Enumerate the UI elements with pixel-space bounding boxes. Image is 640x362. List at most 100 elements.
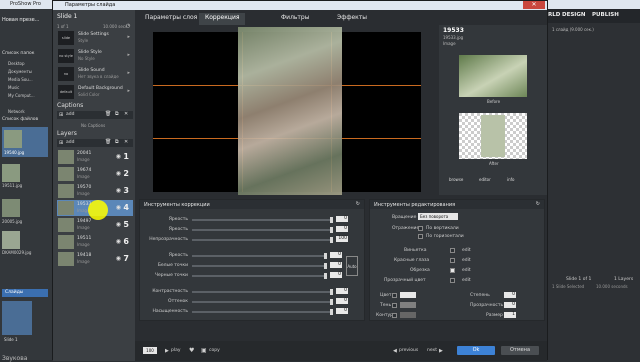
tab-correction[interactable]: Коррекция <box>199 13 246 25</box>
size-value[interactable]: 1 <box>504 312 516 318</box>
horizontal-checkbox[interactable] <box>418 234 423 239</box>
eye-icon[interactable]: ◉ <box>116 204 121 211</box>
editor-button[interactable]: editor <box>479 177 491 182</box>
layer-row[interactable]: 19418 Image ◉ 7 <box>57 251 133 267</box>
slider-track[interactable] <box>192 275 326 277</box>
eye-icon[interactable]: ◉ <box>116 221 121 228</box>
info-button[interactable]: info <box>507 177 515 182</box>
slider-value[interactable]: 0 <box>336 298 348 304</box>
tab-effects[interactable]: Эффекты <box>331 13 373 25</box>
tab-layer-settings[interactable]: Параметры слоя <box>139 13 203 25</box>
nav-publish[interactable]: PUBLISH <box>592 12 619 18</box>
crop-edit[interactable]: edit <box>462 268 471 273</box>
slider-knob[interactable] <box>330 227 333 233</box>
previous-button[interactable]: previous <box>399 348 418 353</box>
file-thumbnail[interactable] <box>2 231 20 249</box>
slider-track[interactable] <box>192 291 332 293</box>
slider-value[interactable]: 0 <box>336 216 348 222</box>
slide-settings-row[interactable]: slide settings Slide Settings Style ▸ <box>57 30 133 54</box>
slider-knob[interactable] <box>324 263 327 269</box>
slider-value[interactable]: 100 <box>336 236 348 242</box>
tree-item[interactable]: Документы <box>8 69 32 74</box>
slider-track[interactable] <box>192 265 326 267</box>
slider-knob[interactable] <box>330 309 333 315</box>
tools-icon[interactable]: ✕ <box>124 139 128 145</box>
tree-item[interactable]: Network <box>8 109 25 114</box>
layer-image[interactable] <box>238 27 342 195</box>
slider-knob[interactable] <box>324 273 327 279</box>
opacity-value[interactable]: 0 <box>504 302 516 308</box>
slider-value[interactable]: 0 <box>336 226 348 232</box>
auto-levels-button[interactable]: Auto <box>346 256 358 276</box>
file-thumbnail[interactable] <box>2 199 20 217</box>
slider-knob[interactable] <box>330 237 333 243</box>
add-caption-button[interactable]: add <box>66 112 74 117</box>
tools-icon[interactable]: ✕ <box>124 111 128 117</box>
cancel-button[interactable]: Отмена <box>501 346 539 355</box>
eye-icon[interactable]: ◉ <box>116 238 121 245</box>
tree-item[interactable]: My Comput... <box>8 93 35 98</box>
slider-value[interactable]: 0 <box>330 272 342 278</box>
slider-knob[interactable] <box>324 253 327 259</box>
trash-icon[interactable]: 🗑 <box>105 139 111 145</box>
next-icon[interactable]: ▶ <box>439 348 443 354</box>
eye-icon[interactable]: ◉ <box>116 255 121 262</box>
slider-track[interactable] <box>192 255 326 257</box>
slides-tab[interactable]: Слайды <box>2 289 48 297</box>
add-layer-button[interactable]: add <box>66 140 74 145</box>
crop-checkbox[interactable] <box>450 268 455 273</box>
slider-track[interactable] <box>192 239 332 241</box>
red-eye-edit[interactable]: edit <box>462 258 471 263</box>
copy-icon[interactable]: ⧉ <box>115 139 119 145</box>
color-swatch[interactable] <box>400 292 416 298</box>
heart-icon[interactable]: ♥ <box>189 347 194 354</box>
layer-row[interactable]: 19511 Image ◉ 6 <box>57 234 133 250</box>
eye-icon[interactable]: ◉ <box>116 187 121 194</box>
add-icon[interactable]: ⊞ <box>59 112 63 118</box>
add-icon[interactable]: ⊞ <box>59 140 63 146</box>
slider-value[interactable]: 0 <box>336 288 348 294</box>
reset-icon[interactable]: ↻ <box>356 201 360 207</box>
copy-button[interactable]: copy <box>209 348 220 353</box>
tree-item[interactable]: Desktop <box>8 61 25 66</box>
trash-icon[interactable]: 🗑 <box>105 111 111 117</box>
nav-build[interactable]: RLD <box>548 12 560 18</box>
slider-track[interactable] <box>192 219 332 221</box>
browse-button[interactable]: browse <box>449 177 463 182</box>
shadow-swatch[interactable] <box>400 302 416 308</box>
transparent-color-edit[interactable]: edit <box>462 278 471 283</box>
zoom-field[interactable]: 100 <box>143 347 157 354</box>
tree-item[interactable]: Music <box>8 85 19 90</box>
previous-icon[interactable]: ◀ <box>393 348 397 354</box>
layer-row[interactable]: 19570 Image ◉ 3 <box>57 183 133 199</box>
tree-item[interactable]: Media Sou... <box>8 77 33 82</box>
vignette-checkbox[interactable] <box>450 248 455 253</box>
copy-icon[interactable]: ▣ <box>201 347 207 354</box>
eye-icon[interactable]: ◉ <box>116 153 121 160</box>
slider-knob[interactable] <box>330 299 333 305</box>
slider-track[interactable] <box>192 311 332 313</box>
vignette-edit[interactable]: edit <box>462 248 471 253</box>
play-icon[interactable]: ▶ <box>165 348 169 354</box>
slider-track[interactable] <box>192 301 332 303</box>
transparent-color-checkbox[interactable] <box>450 278 455 283</box>
file-thumbnail[interactable] <box>2 164 20 182</box>
reset-icon[interactable]: ↻ <box>536 201 540 207</box>
slider-knob[interactable] <box>330 217 333 223</box>
copy-icon[interactable]: ⧉ <box>115 111 119 117</box>
slider-track[interactable] <box>192 229 332 231</box>
slide-sound-row[interactable]: no sound Slide Sound Нет звука в слайде … <box>57 66 133 90</box>
slider-knob[interactable] <box>330 289 333 295</box>
layer-row[interactable]: 20041 Image ◉ 1 <box>57 149 133 165</box>
next-button[interactable]: next <box>427 348 437 353</box>
slider-value[interactable]: 0 <box>330 252 342 258</box>
ok-button[interactable]: Ok <box>457 346 495 355</box>
eye-icon[interactable]: ◉ <box>116 170 121 177</box>
red-eye-checkbox[interactable] <box>450 258 455 263</box>
layer-row[interactable]: 19674 Image ◉ 2 <box>57 166 133 182</box>
slider-value[interactable]: 0 <box>336 308 348 314</box>
slide-style-row[interactable]: no style Slide Style No Style ▸ <box>57 48 133 64</box>
tab-filters[interactable]: Фильтры <box>275 13 315 25</box>
file-thumbnail[interactable]: 19540.jpg <box>2 127 48 157</box>
color-checkbox[interactable] <box>392 293 397 298</box>
